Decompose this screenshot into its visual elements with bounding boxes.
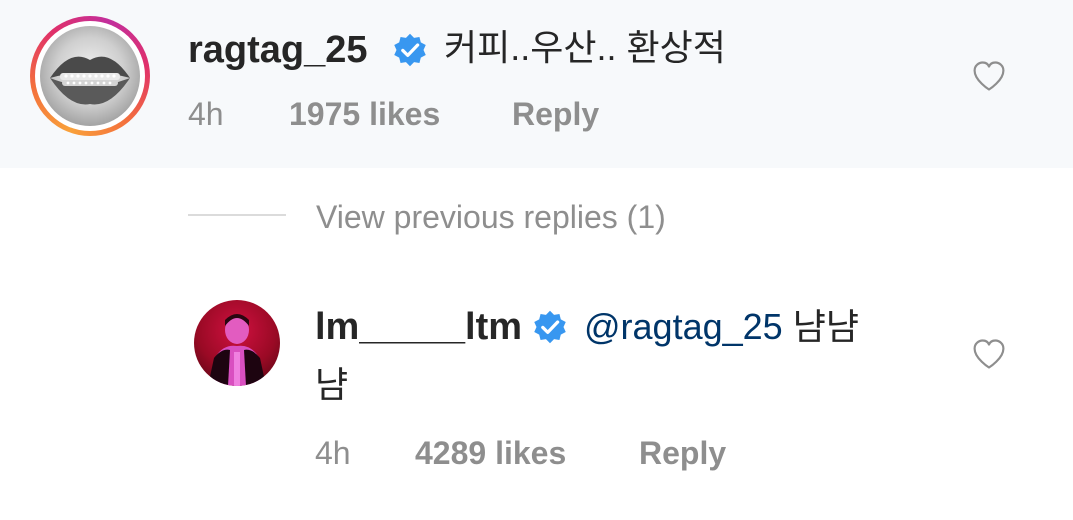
lips-grillz-icon [50,56,130,105]
comment-text: 커피..우산.. 환상적 [444,27,726,68]
comment-username[interactable]: ragtag_25 [188,28,368,72]
verified-badge-icon [394,33,426,67]
verified-badge-icon [534,310,566,344]
reply-text: 냠냠 [792,306,859,347]
avatar[interactable] [40,26,140,126]
reply-timestamp: 4h [315,435,351,471]
comment-timestamp: 4h [188,96,224,132]
reply-username[interactable]: lm_____ltm [315,305,522,349]
reply-text-line-1: @ragtag_25 냠냠 [584,305,859,349]
reply-text-line-2: 냠 [315,364,349,405]
heart-icon[interactable] [971,336,1007,372]
story-ring[interactable] [30,16,150,136]
comment-row: ragtag_25 커피..우산.. 환상적 4h 1975 likes Rep… [0,0,1073,168]
reply-likes[interactable]: 4289 likes [415,434,566,472]
heart-icon[interactable] [971,58,1007,94]
avatar-ring-inner [35,21,145,131]
reply-button[interactable]: Reply [512,95,599,133]
mention-link[interactable]: @ragtag_25 [584,306,783,347]
comment-likes[interactable]: 1975 likes [289,95,440,133]
view-previous-replies-link[interactable]: View previous replies (1) [316,197,666,237]
person-avatar-icon [208,314,266,386]
thread-divider [188,214,286,216]
reply-reply-button[interactable]: Reply [639,434,726,472]
reply-avatar[interactable] [194,300,280,386]
